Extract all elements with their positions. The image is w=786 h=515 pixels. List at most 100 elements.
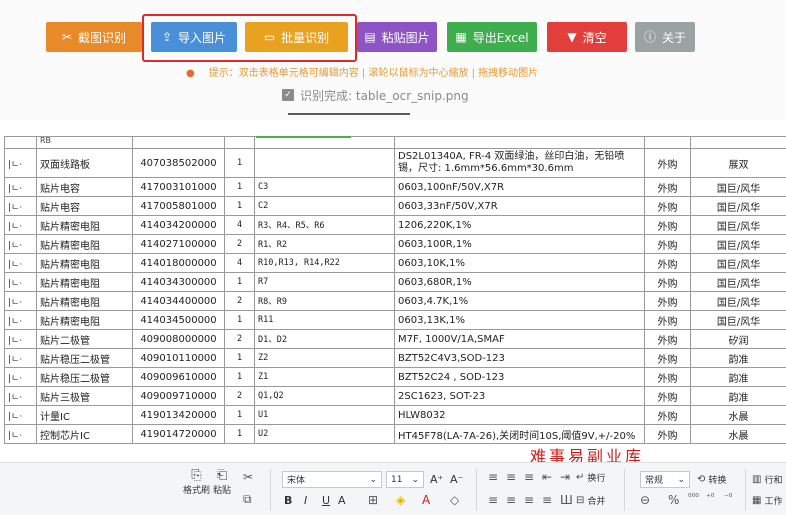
- row-tree-marker[interactable]: |ㄴ·: [4, 291, 37, 311]
- number-format-select[interactable]: 常规 ⌄: [640, 471, 690, 488]
- designator-cell[interactable]: D1、D2: [254, 329, 395, 349]
- source-cell[interactable]: 外购: [644, 348, 691, 368]
- spec-cell[interactable]: 1206,220K,1%: [394, 215, 645, 235]
- splitter-handle[interactable]: [288, 113, 410, 115]
- wrap-text-button[interactable]: ↵ 换行: [576, 471, 605, 484]
- spec-cell[interactable]: HT45F78(LA-7A-26),关闭时间10S,阈值9V,+/-20%: [394, 424, 645, 444]
- part-code-cell[interactable]: 414034400000: [132, 291, 225, 311]
- spec-cell[interactable]: DS2L01340A, FR-4 双面绿油，丝印白油，无铅喷锡，尺寸: 1.6m…: [394, 148, 645, 178]
- quantity-cell[interactable]: 1: [224, 196, 255, 216]
- part-code-cell[interactable]: 417003101000: [132, 177, 225, 197]
- spec-cell[interactable]: BZT52C24 , SOD-123: [394, 367, 645, 387]
- cut-icon[interactable]: ✂: [243, 471, 253, 483]
- about-button[interactable]: ⓘ 关于: [635, 22, 695, 52]
- row-tree-marker[interactable]: |ㄴ·: [4, 310, 37, 330]
- export-excel-button[interactable]: ▦ 导出Excel: [447, 22, 537, 52]
- increase-decimal-icon[interactable]: ⁺⁰: [706, 494, 714, 503]
- designator-cell[interactable]: R1、R2: [254, 234, 395, 254]
- font-size-select[interactable]: 11 ⌄: [386, 471, 424, 488]
- spec-cell[interactable]: HLW8032: [394, 405, 645, 425]
- part-name-cell[interactable]: 双面线路板: [36, 148, 133, 178]
- italic-button[interactable]: I: [304, 494, 307, 507]
- align-top-icon[interactable]: ≡: [488, 471, 498, 483]
- source-cell[interactable]: 外购: [644, 148, 691, 178]
- quantity-cell[interactable]: 1: [224, 177, 255, 197]
- part-name-cell[interactable]: 贴片精密电阻: [36, 310, 133, 330]
- align-right-icon[interactable]: ≡: [524, 494, 534, 506]
- quantity-cell[interactable]: [224, 136, 255, 149]
- borders-icon[interactable]: ⊞: [368, 494, 378, 506]
- row-tree-marker[interactable]: |ㄴ·: [4, 329, 37, 349]
- distribute-icon[interactable]: Ш: [560, 494, 573, 506]
- spec-cell[interactable]: [394, 136, 645, 149]
- eraser-icon[interactable]: ◇: [450, 494, 459, 506]
- row-tree-marker[interactable]: |ㄴ·: [4, 367, 37, 387]
- paste-button[interactable]: ⎗ 粘贴: [213, 469, 231, 496]
- snip-recognize-button[interactable]: ✂ 截图识别: [46, 22, 142, 52]
- shrink-font-button[interactable]: A⁻: [450, 473, 463, 486]
- designator-cell[interactable]: R10,R13, R14,R22: [254, 253, 395, 273]
- part-name-cell[interactable]: 贴片精密电阻: [36, 234, 133, 254]
- supplier-cell[interactable]: 展双: [690, 148, 786, 178]
- designator-cell[interactable]: R3、R4、R5、R6: [254, 215, 395, 235]
- supplier-cell[interactable]: 国巨/风华: [690, 196, 786, 216]
- source-cell[interactable]: 外购: [644, 196, 691, 216]
- row-tree-marker[interactable]: |ㄴ·: [4, 424, 37, 444]
- part-code-cell[interactable]: 409009610000: [132, 367, 225, 387]
- convert-button[interactable]: ⟲ 转换: [697, 473, 726, 486]
- part-name-cell[interactable]: 控制芯片IC: [36, 424, 133, 444]
- row-tree-marker[interactable]: |ㄴ·: [4, 405, 37, 425]
- merge-cells-button[interactable]: ⊟ 合并: [576, 494, 605, 507]
- designator-cell[interactable]: C3: [254, 177, 395, 197]
- rows-columns-button[interactable]: ▥ 行和: [752, 473, 782, 486]
- font-name-select[interactable]: 宋体 ⌄: [282, 471, 382, 488]
- source-cell[interactable]: 外购: [644, 386, 691, 406]
- row-tree-marker[interactable]: |ㄴ·: [4, 196, 37, 216]
- part-name-cell[interactable]: 贴片三极管: [36, 386, 133, 406]
- copy-icon[interactable]: ⧉: [243, 493, 252, 505]
- row-tree-marker[interactable]: |ㄴ·: [4, 148, 37, 178]
- align-middle-icon[interactable]: ≡: [506, 471, 516, 483]
- paste-image-button[interactable]: ▤ 粘贴图片: [357, 22, 437, 52]
- part-code-cell[interactable]: 419014720000: [132, 424, 225, 444]
- designator-cell[interactable]: [254, 148, 395, 178]
- supplier-cell[interactable]: 水晨: [690, 424, 786, 444]
- designator-cell[interactable]: Z1: [254, 367, 395, 387]
- source-cell[interactable]: 外购: [644, 310, 691, 330]
- source-cell[interactable]: 外购: [644, 253, 691, 273]
- indent-increase-icon[interactable]: ⇥: [560, 471, 570, 483]
- supplier-cell[interactable]: 国巨/风华: [690, 234, 786, 254]
- quantity-cell[interactable]: 1: [224, 148, 255, 178]
- strikethrough-button[interactable]: A: [338, 494, 346, 507]
- quantity-cell[interactable]: 1: [224, 272, 255, 292]
- spec-cell[interactable]: 0603,100nF/50V,X7R: [394, 177, 645, 197]
- bold-button[interactable]: B: [284, 494, 292, 507]
- designator-cell[interactable]: U2: [254, 424, 395, 444]
- row-tree-marker[interactable]: |ㄴ·: [4, 177, 37, 197]
- designator-cell[interactable]: Q1,Q2: [254, 386, 395, 406]
- currency-icon[interactable]: ⊖: [640, 494, 650, 506]
- supplier-cell[interactable]: 国巨/风华: [690, 253, 786, 273]
- grow-font-button[interactable]: A⁺: [430, 473, 443, 486]
- row-tree-marker[interactable]: |ㄴ·: [4, 215, 37, 235]
- percent-icon[interactable]: %: [668, 494, 679, 506]
- designator-cell[interactable]: R8、R9: [254, 291, 395, 311]
- part-code-cell[interactable]: 409008000000: [132, 329, 225, 349]
- part-name-cell[interactable]: 贴片精密电阻: [36, 215, 133, 235]
- part-code-cell[interactable]: 414018000000: [132, 253, 225, 273]
- supplier-cell[interactable]: 水晨: [690, 405, 786, 425]
- spec-cell[interactable]: 0603,680R,1%: [394, 272, 645, 292]
- spec-cell[interactable]: M7F, 1000V/1A,SMAF: [394, 329, 645, 349]
- supplier-cell[interactable]: 国巨/风华: [690, 291, 786, 311]
- supplier-cell[interactable]: 国巨/风华: [690, 272, 786, 292]
- designator-cell[interactable]: Z2: [254, 348, 395, 368]
- align-left-icon[interactable]: ≡: [488, 494, 498, 506]
- part-code-cell[interactable]: 409009710000: [132, 386, 225, 406]
- designator-cell[interactable]: C2: [254, 196, 395, 216]
- part-code-cell[interactable]: 414034200000: [132, 215, 225, 235]
- supplier-cell[interactable]: 国巨/风华: [690, 215, 786, 235]
- supplier-cell[interactable]: 韵准: [690, 348, 786, 368]
- supplier-cell[interactable]: 矽润: [690, 329, 786, 349]
- supplier-cell[interactable]: 国巨/风华: [690, 177, 786, 197]
- part-name-cell[interactable]: 贴片精密电阻: [36, 253, 133, 273]
